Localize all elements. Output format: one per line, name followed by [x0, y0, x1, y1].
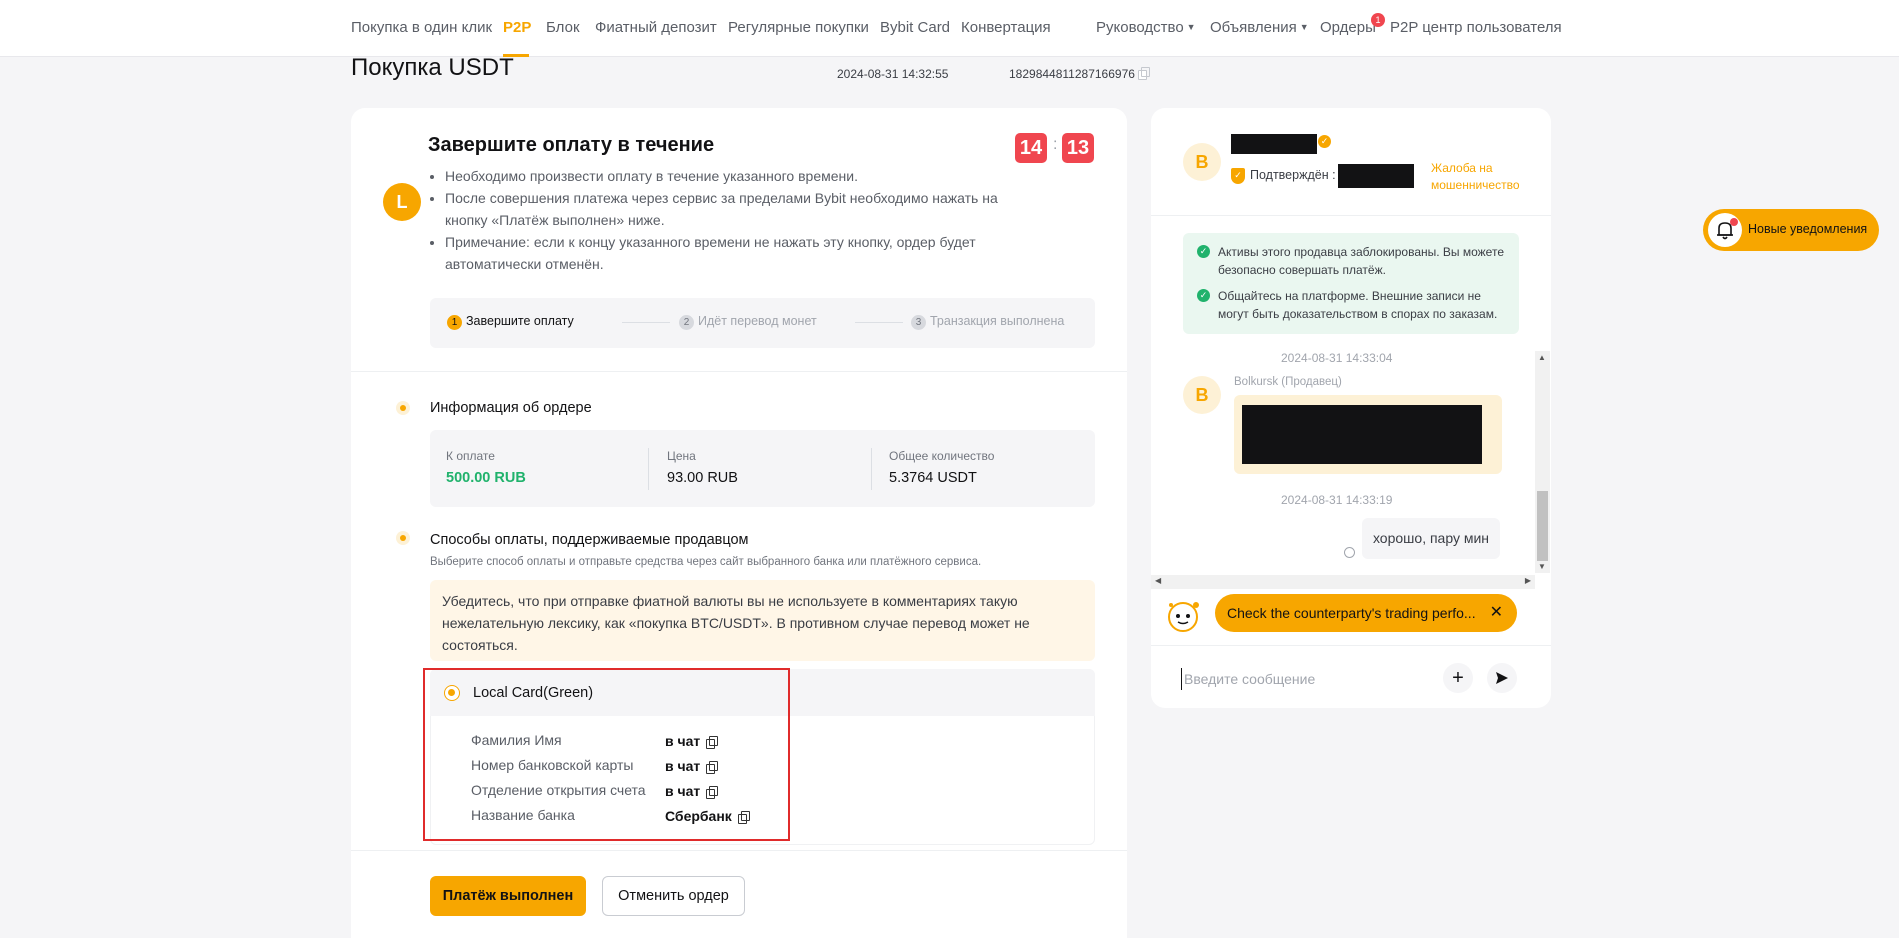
- send-icon: [1496, 672, 1508, 684]
- step-connector: [855, 322, 903, 323]
- report-fraud-link[interactable]: Жалоба на мошенничество: [1431, 160, 1541, 194]
- nav-p2p[interactable]: P2P: [503, 19, 531, 36]
- nav-block[interactable]: Блок: [546, 19, 580, 36]
- shield-icon: ✓: [1231, 168, 1245, 184]
- scroll-left-icon[interactable]: ◀: [1155, 576, 1161, 585]
- my-message-bubble: хорошо, пару мин: [1362, 518, 1500, 559]
- cancel-order-button[interactable]: Отменить ордер: [602, 876, 745, 916]
- message-timestamp: 2024-08-31 14:33:04: [1281, 351, 1393, 365]
- timer-seconds: 13: [1062, 133, 1094, 163]
- nav-recurring-buy[interactable]: Регулярные покупки: [728, 19, 869, 36]
- close-icon[interactable]: ✕: [1490, 594, 1503, 632]
- column-divider: [871, 448, 872, 490]
- counterparty-tip[interactable]: Check the counterparty's trading perfo..…: [1215, 594, 1517, 632]
- payment-deadline-title: Завершите оплату в течение: [428, 134, 715, 156]
- timer-separator: :: [1053, 136, 1058, 153]
- input-divider: [1151, 645, 1551, 646]
- payment-methods-title: Способы оплаты, поддерживаемые продавцом: [430, 532, 749, 548]
- page-title: Покупка USDT: [351, 54, 514, 81]
- warning-notice: Убедитесь, что при отправке фиатной валю…: [430, 580, 1095, 661]
- payment-done-button[interactable]: Платёж выполнен: [430, 876, 586, 916]
- message-timestamp: 2024-08-31 14:33:19: [1281, 493, 1393, 507]
- step-complete-payment: 1 Завершите оплату: [447, 314, 574, 330]
- nav-p2p-user-center[interactable]: P2P центр пользователя: [1390, 19, 1562, 36]
- new-notifications-label: Новые уведомления: [1748, 222, 1868, 236]
- send-button[interactable]: [1487, 663, 1517, 693]
- order-datetime: 2024-08-31 14:32:55: [837, 67, 949, 81]
- top-navigation: Покупка в один клик P2P Блок Фиатный деп…: [0, 0, 1899, 57]
- section-divider: [351, 371, 1127, 372]
- scroll-right-icon[interactable]: ▶: [1525, 576, 1531, 585]
- chat-scrollbar[interactable]: ▲ ▼: [1535, 351, 1550, 573]
- step-transaction-done: 3 Транзакция выполнена: [911, 314, 1064, 330]
- seller-message-card: [1234, 395, 1502, 474]
- redacted-confirmation: [1338, 164, 1414, 188]
- order-info-title: Информация об ордере: [430, 400, 592, 416]
- message-status-icon: [1344, 547, 1355, 558]
- step-connector: [622, 322, 670, 323]
- orders-count-badge: 1: [1371, 13, 1385, 27]
- verified-icon: ✓: [1318, 135, 1331, 148]
- copy-icon[interactable]: [1138, 67, 1151, 80]
- instruction-item: После совершения платежа через сервис за…: [445, 187, 1018, 231]
- safety-text: Активы этого продавца заблокированы. Вы …: [1218, 245, 1504, 277]
- step-coin-transfer: 2 Идёт перевод монет: [679, 314, 817, 330]
- payment-instructions: Необходимо произвести оплату в течение у…: [428, 165, 1018, 275]
- scroll-down-icon[interactable]: ▼: [1538, 562, 1546, 571]
- chat-horizontal-scrollbar[interactable]: ◀ ▶: [1151, 575, 1535, 589]
- section-dot-icon: [396, 531, 410, 545]
- nav-one-click-buy[interactable]: Покупка в один клик: [351, 19, 492, 36]
- safety-text: Общайтесь на платформе. Внешние записи н…: [1218, 289, 1498, 321]
- highlight-annotation-box: [423, 668, 790, 841]
- seller-avatar: B: [1183, 376, 1221, 414]
- progress-steps: 1 Завершите оплату 2 Идёт перевод монет 3Т…: [430, 298, 1095, 348]
- redacted-seller-name: [1231, 134, 1317, 154]
- scroll-up-icon[interactable]: ▲: [1538, 353, 1546, 362]
- message-input[interactable]: [1181, 668, 1411, 690]
- payment-methods-subtitle: Выберите способ оплаты и отправьте средс…: [430, 556, 982, 568]
- nav-convert[interactable]: Конвертация: [961, 19, 1051, 36]
- chevron-down-icon: ▼: [1299, 22, 1309, 32]
- timer-minutes: 14: [1015, 133, 1047, 163]
- order-info-panel: К оплате 500.00 RUB Цена 93.00 RUB Общее…: [430, 430, 1095, 507]
- nav-guide[interactable]: Руководство ▼: [1096, 19, 1196, 36]
- seller-name-label: Bolkursk (Продавец): [1234, 376, 1342, 388]
- assistant-bot-icon: [1168, 602, 1199, 632]
- section-dot-icon: [396, 401, 410, 415]
- avatar: L: [383, 183, 421, 221]
- nav-fiat-deposit[interactable]: Фиатный депозит: [595, 19, 717, 36]
- instruction-item: Примечание: если к концу указанного врем…: [445, 231, 1018, 275]
- order-id: 1829844811287166976: [1009, 67, 1151, 81]
- redacted-message: [1242, 405, 1482, 464]
- bell-icon: [1708, 213, 1742, 247]
- nav-orders[interactable]: Ордеры: [1320, 19, 1376, 36]
- confirmed-label: Подтверждён :: [1250, 168, 1336, 182]
- chevron-down-icon: ▼: [1186, 22, 1196, 32]
- nav-ads[interactable]: Объявления ▼: [1210, 19, 1309, 36]
- column-divider: [648, 448, 649, 490]
- check-circle-icon: ✓: [1197, 289, 1210, 302]
- attach-plus-icon[interactable]: +: [1443, 663, 1473, 693]
- notification-dot: [1730, 218, 1738, 226]
- scrollbar-thumb[interactable]: [1537, 491, 1548, 561]
- check-circle-icon: ✓: [1197, 245, 1210, 258]
- seller-avatar: B: [1183, 143, 1221, 181]
- nav-bybit-card[interactable]: Bybit Card: [880, 19, 950, 36]
- panel-divider: [1151, 215, 1551, 216]
- instruction-item: Необходимо произвести оплату в течение у…: [445, 165, 1018, 187]
